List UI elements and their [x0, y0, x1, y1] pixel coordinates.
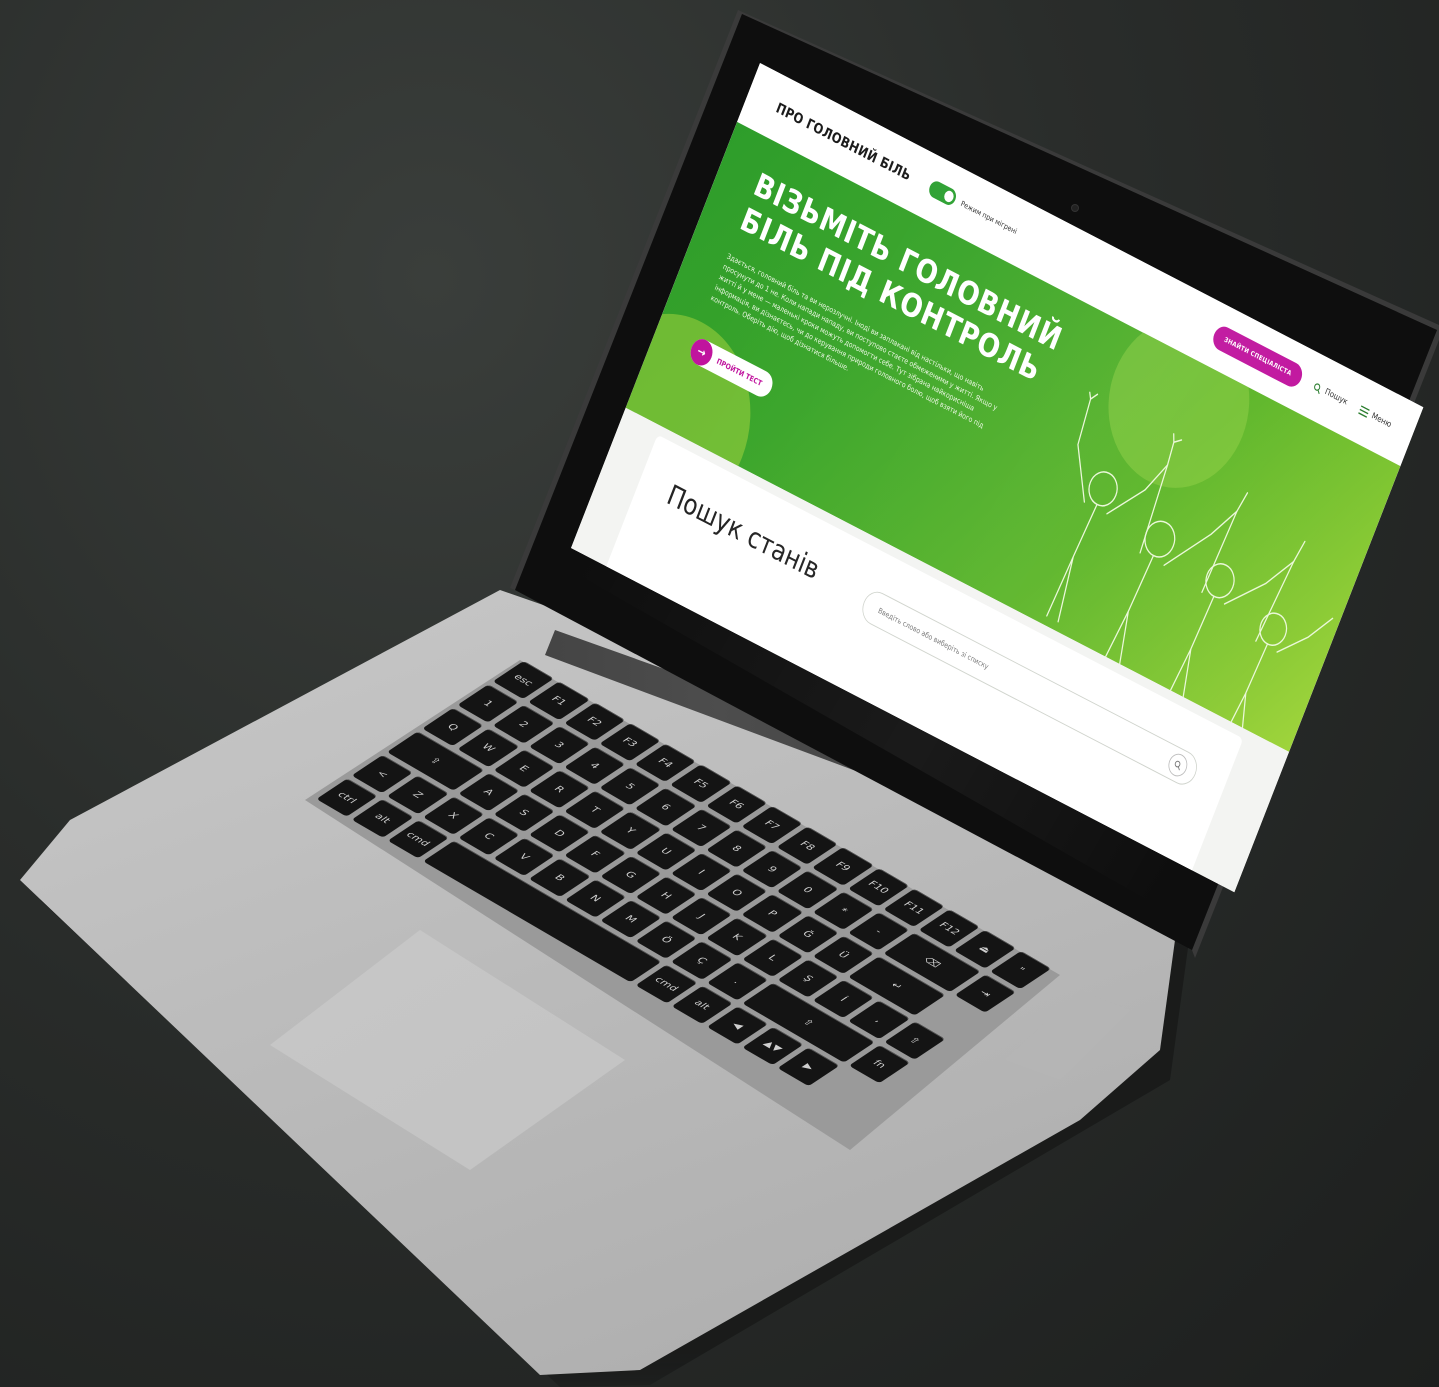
menu-link[interactable]: Меню [1358, 405, 1392, 430]
migraine-mode-toggle[interactable] [927, 178, 959, 208]
laptop-scene: esc F1 F2 F3 F4 F5 F6 F7 F8 F9 F10 F11 F12 ⏏ " 1 2 3 4 5 6 7 8… [0, 0, 1439, 1387]
search-icon [1314, 382, 1321, 394]
hamburger-icon [1358, 405, 1370, 418]
menu-link-label: Меню [1370, 411, 1393, 431]
search-icon [1174, 760, 1181, 771]
search-link-label: Пошук [1323, 387, 1349, 408]
webcam [1072, 205, 1078, 211]
search-link[interactable]: Пошук [1312, 381, 1349, 408]
toggle-label: Режим при мігрені [959, 198, 1019, 236]
